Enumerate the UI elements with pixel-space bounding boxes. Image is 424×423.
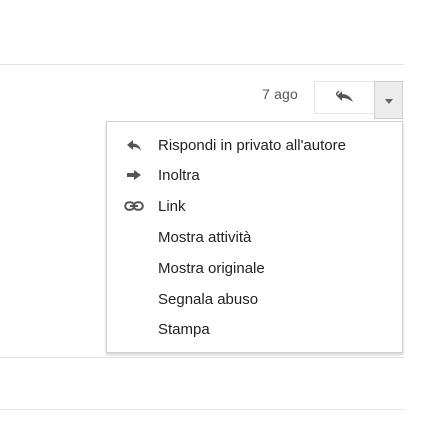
menu-item-link[interactable]: Link [107,191,402,221]
menu-item-forward[interactable]: Inoltra [107,160,402,190]
menu-item-print[interactable]: Stampa [107,314,402,344]
divider-top [0,64,404,65]
menu-item-label: Link [158,197,186,215]
actions-menu: Rispondi in privato all'autore Inoltra L… [106,121,403,353]
reply-icon [123,138,145,152]
menu-item-report-abuse[interactable]: Segnala abuso [107,284,402,314]
menu-item-label: Rispondi in privato all'autore [158,136,346,154]
menu-item-reply-privately[interactable]: Rispondi in privato all'autore [107,130,402,160]
link-icon [123,199,145,213]
reply-all-icon [334,89,354,107]
chevron-down-icon [384,91,393,109]
more-options-button[interactable] [374,81,403,119]
forward-icon [123,168,145,182]
menu-item-label: Inoltra [158,166,200,184]
menu-item-label: Stampa [158,320,210,338]
post-date: 7 ago [262,86,299,102]
menu-item-label: Segnala abuso [158,290,259,308]
reply-all-button[interactable] [314,81,374,114]
divider-middle [0,357,404,358]
menu-item-label: Mostra attività [158,228,252,246]
menu-item-label: Mostra originale [158,259,265,277]
menu-item-show-activity[interactable]: Mostra attività [107,222,402,252]
menu-item-show-original[interactable]: Mostra originale [107,253,402,283]
divider-bottom [0,409,404,410]
